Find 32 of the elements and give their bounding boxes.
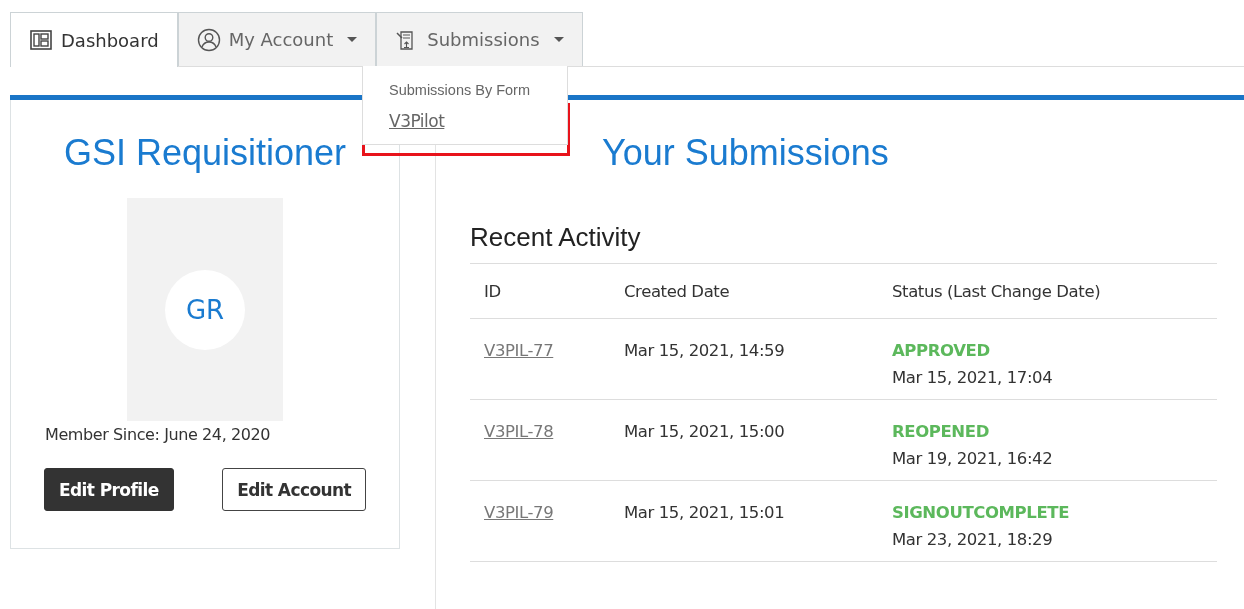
tab[interactable]: Dashboard	[10, 12, 178, 67]
column-header: Status (Last Change Date)	[878, 263, 1217, 319]
column-header: ID	[470, 263, 610, 319]
menu-item[interactable]: V3Pilot	[389, 111, 445, 131]
status-label: SIGNOUTCOMPLETE	[892, 502, 1070, 524]
status-date: Mar 15, 2021, 17:04	[892, 368, 1053, 387]
status-date: Mar 23, 2021, 18:29	[892, 530, 1053, 549]
status-label: REOPENED	[892, 421, 990, 443]
status-date: Mar 19, 2021, 16:42	[892, 449, 1053, 468]
menu-header: Submissions By Form	[388, 82, 531, 98]
tab-label[interactable]: Dashboard	[61, 29, 159, 51]
tab-label[interactable]: My Account	[228, 29, 334, 50]
page-title: Your Submissions	[602, 132, 890, 174]
profile-name: GSI Requisitioner	[63, 132, 347, 174]
column-header: Created Date	[610, 263, 878, 319]
user-icon	[196, 27, 221, 52]
edit-profile-button[interactable]: Edit Profile	[44, 468, 174, 511]
status-label: APPROVED	[892, 340, 991, 362]
dashboard-icon	[29, 28, 53, 52]
initials-avatar: GR	[165, 269, 245, 350]
tab[interactable]: Submissions	[376, 12, 583, 66]
submission-id-link[interactable]: V3PIL-78	[484, 422, 554, 441]
created-date: Mar 15, 2021, 14:59	[624, 341, 785, 360]
tab[interactable]: My Account	[177, 12, 377, 66]
edit-account-button[interactable]: Edit Account	[222, 468, 366, 511]
created-date: Mar 15, 2021, 15:01	[624, 503, 785, 522]
member-since-text: Member Since: June 24, 2020	[45, 425, 271, 444]
tab-label[interactable]: Submissions	[427, 29, 540, 50]
created-date: Mar 15, 2021, 15:00	[624, 422, 785, 441]
submission-id-link[interactable]: V3PIL-79	[484, 503, 554, 522]
section-title: Recent Activity	[470, 222, 642, 253]
submission-id-link[interactable]: V3PIL-77	[484, 341, 554, 360]
